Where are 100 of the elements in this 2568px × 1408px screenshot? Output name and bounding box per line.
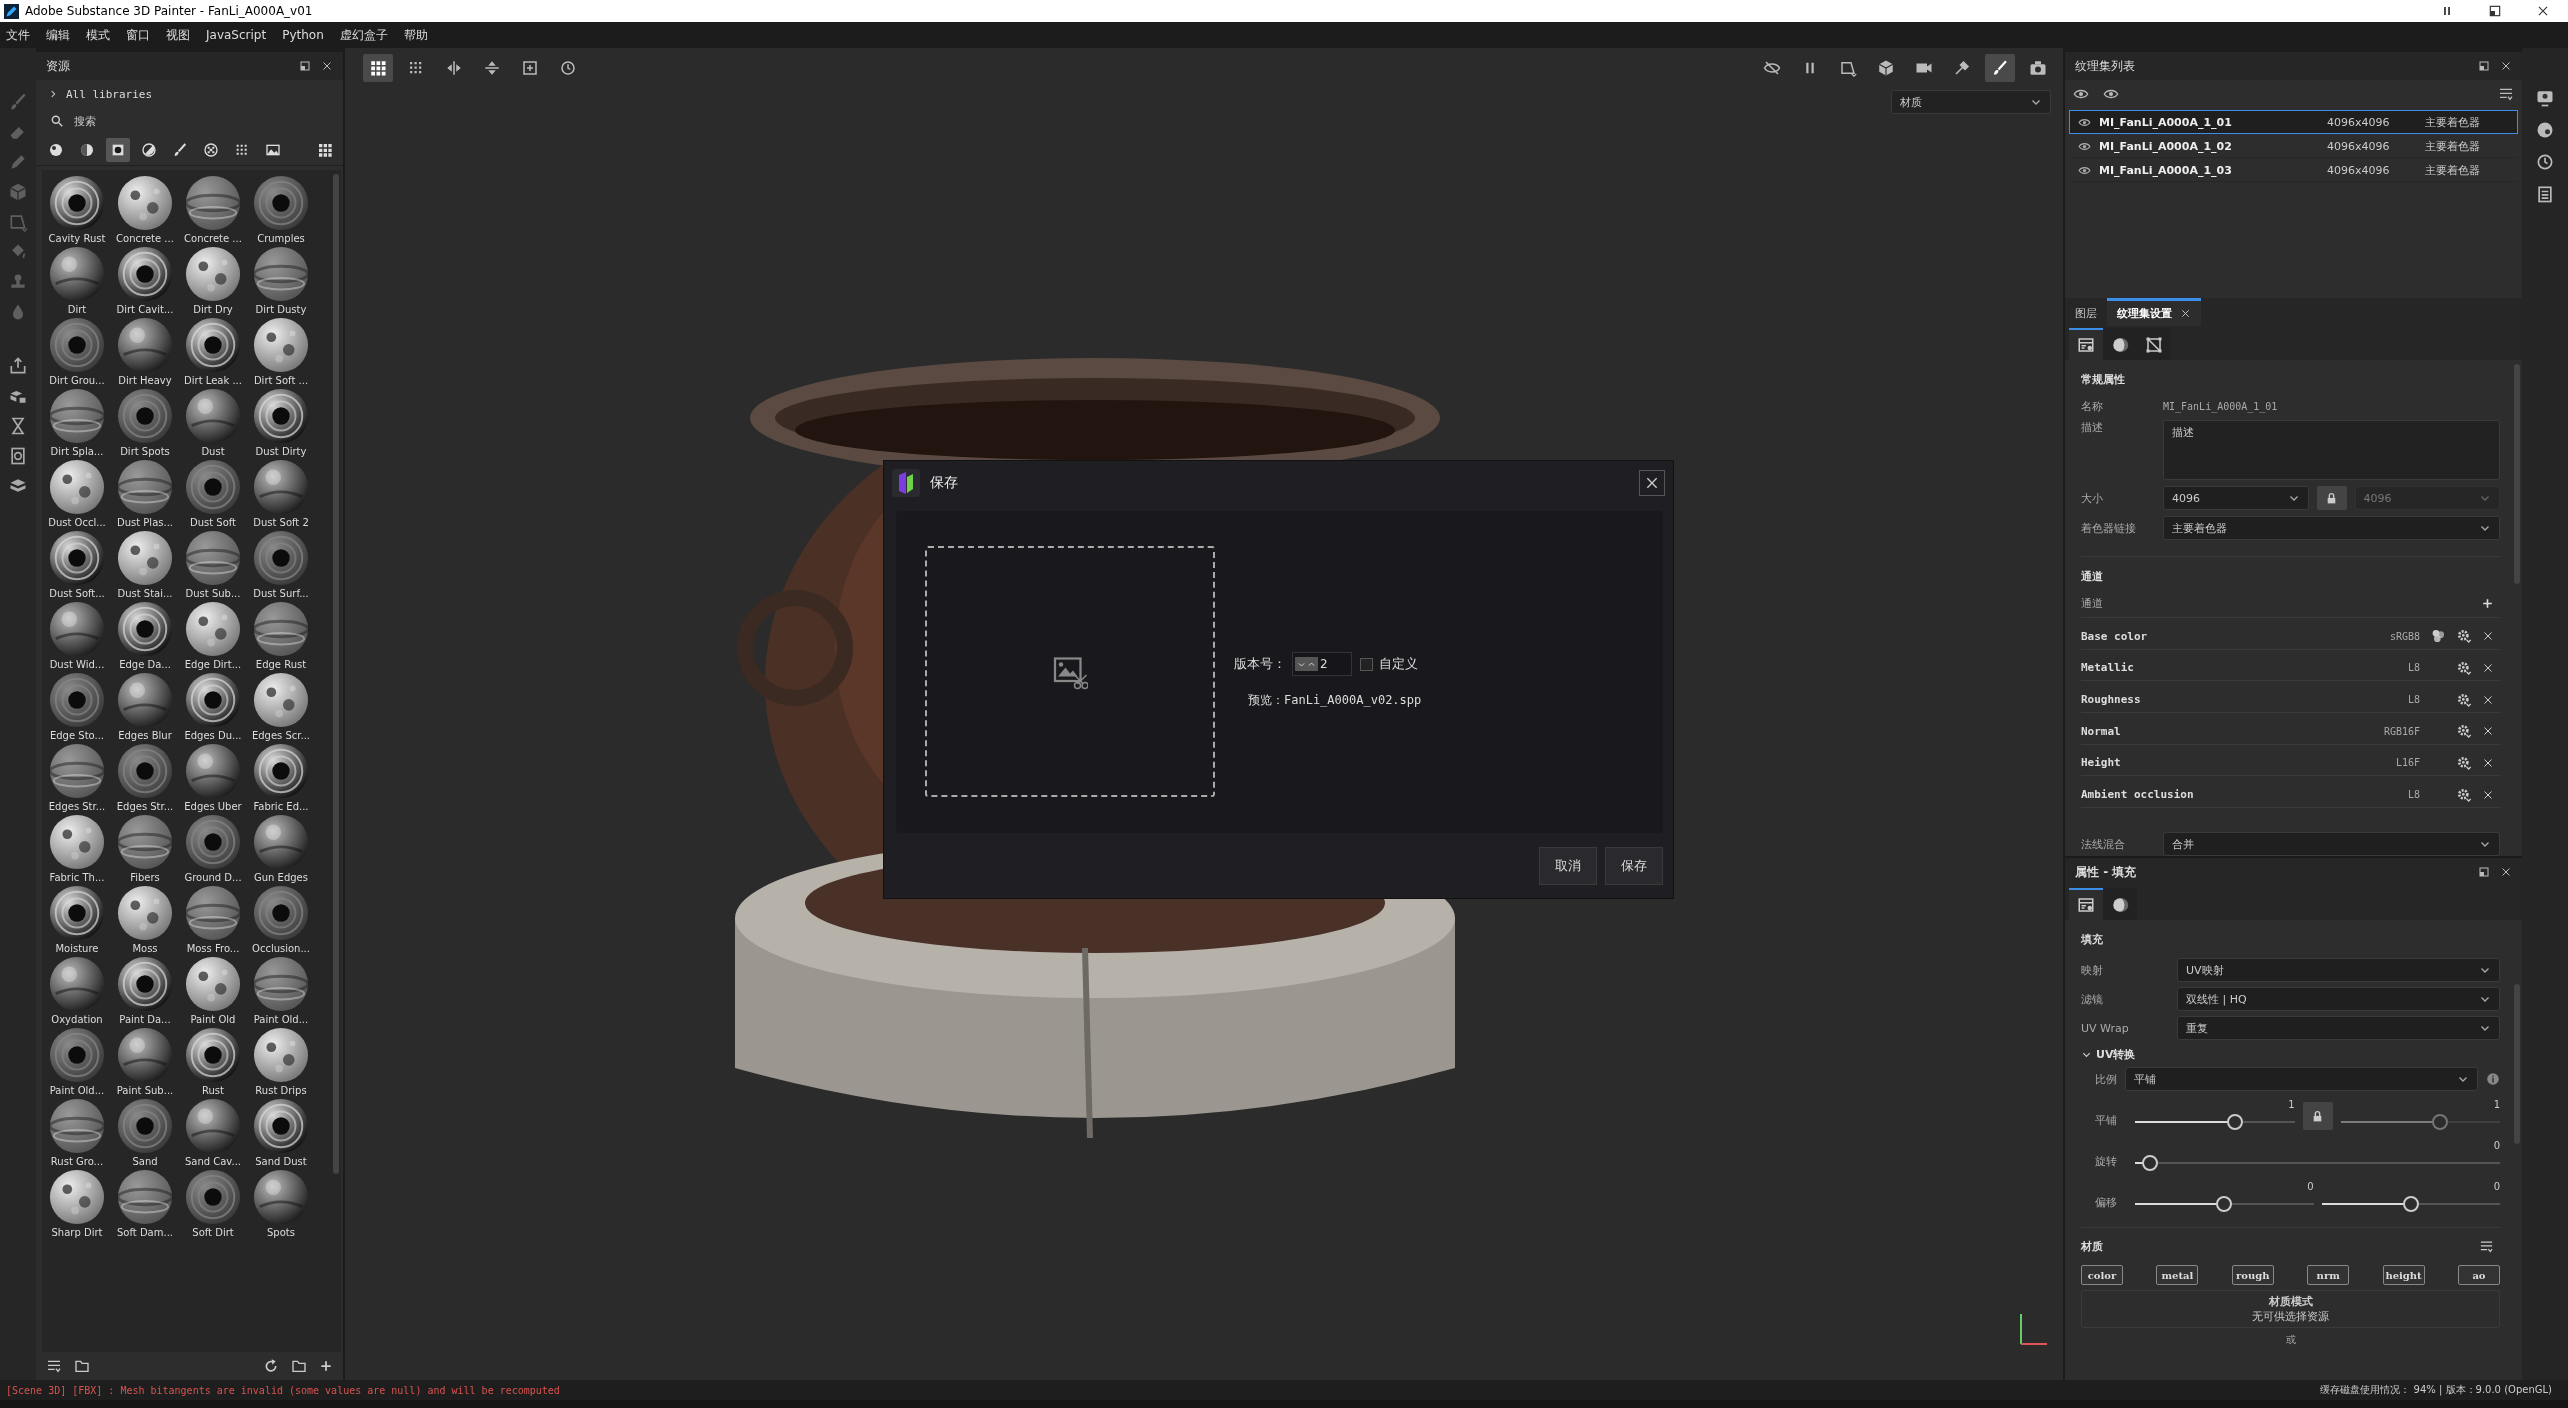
thumbnail-drop-area[interactable] — [925, 546, 1215, 797]
asset-name[interactable]: Dirt Dry — [193, 304, 233, 315]
channel-toggle[interactable]: rough — [2231, 1265, 2274, 1285]
history-icon[interactable] — [2535, 152, 2555, 172]
channel-dropdown[interactable]: 材质 — [1891, 90, 2051, 114]
channel-toggle[interactable]: nrm — [2307, 1265, 2350, 1285]
icon-tab[interactable] — [2069, 328, 2103, 360]
scrollbar[interactable] — [333, 174, 339, 1174]
asset-name[interactable]: Dust Sub... — [185, 588, 241, 599]
list-icon[interactable] — [2479, 1239, 2494, 1254]
color-stack-icon[interactable] — [2430, 628, 2446, 645]
asset-name[interactable]: Concrete ... — [116, 233, 174, 244]
asset-name[interactable]: Dust Soft... — [49, 588, 105, 599]
icon-tab[interactable] — [2103, 328, 2137, 360]
asset-name[interactable]: Dust Stai... — [117, 588, 173, 599]
asset-name[interactable]: Fabric Ed... — [253, 801, 309, 812]
settings-icon[interactable] — [2456, 786, 2472, 803]
dropdown[interactable]: 双线性 | HQ — [2177, 987, 2500, 1011]
toolbar-button[interactable] — [1985, 54, 2015, 82]
asset-name[interactable]: Crumples — [257, 233, 305, 244]
asset-name[interactable]: Edges Str... — [116, 801, 174, 812]
settings-icon[interactable] — [2456, 754, 2472, 771]
asset-name[interactable]: Dirt Cavit... — [116, 304, 174, 315]
cancel-button[interactable]: 取消 — [1539, 846, 1597, 885]
pen-icon[interactable] — [8, 152, 28, 172]
asset-name[interactable]: Dust Occl... — [48, 517, 106, 528]
window-icon[interactable] — [299, 60, 311, 72]
asset-name[interactable]: Paint Old... — [49, 1085, 105, 1096]
menu-item[interactable]: Python — [282, 28, 324, 42]
filter-button[interactable] — [106, 137, 130, 162]
asset-name[interactable]: Edge Rust — [255, 659, 307, 670]
lock-button[interactable] — [2302, 1102, 2333, 1130]
add-icon[interactable] — [319, 1359, 333, 1373]
texture-set-row[interactable]: MI_FanLi_A000A_1_03 4096x4096 主要着色器 — [2069, 158, 2518, 182]
channel-toggle[interactable]: height — [2382, 1265, 2425, 1285]
asset-name[interactable]: Sand — [132, 1156, 158, 1167]
display-settings-icon[interactable] — [2535, 88, 2555, 108]
asset-name[interactable]: Ground D... — [184, 872, 242, 883]
slider-thumb[interactable] — [2141, 1155, 2158, 1171]
settings-icon[interactable] — [2456, 691, 2472, 708]
settings-icon[interactable] — [2456, 628, 2472, 645]
texture-set-row[interactable]: MI_FanLi_A000A_1_01 4096x4096 主要着色器 — [2069, 110, 2518, 134]
asset-name[interactable]: Cavity Rust — [48, 233, 106, 244]
icon-tab[interactable] — [2069, 888, 2103, 920]
tab[interactable]: 纹理集设置 — [2107, 298, 2201, 326]
dropdown[interactable]: 合并 — [2163, 832, 2500, 856]
cube-icon[interactable] — [8, 182, 28, 202]
export-icon[interactable] — [8, 356, 28, 376]
asset-name[interactable]: Edges Scr... — [251, 730, 311, 741]
selection-icon[interactable] — [8, 212, 28, 232]
asset-name[interactable]: Dust — [201, 446, 225, 457]
menu-item[interactable]: 编辑 — [46, 26, 70, 44]
document-icon[interactable] — [8, 446, 28, 466]
channel-toggle[interactable]: metal — [2156, 1265, 2199, 1285]
close-icon[interactable] — [2482, 788, 2494, 801]
asset-name[interactable]: Paint Da... — [119, 1014, 171, 1025]
asset-name[interactable]: Sand Cav... — [184, 1156, 242, 1167]
asset-name[interactable]: Dirt Heavy — [118, 375, 172, 386]
menu-item[interactable]: JavaScript — [206, 28, 267, 42]
toolbar-button[interactable] — [363, 54, 393, 82]
asset-name[interactable]: Dirt Dusty — [255, 304, 307, 315]
channel-toggle[interactable]: ao — [2457, 1265, 2500, 1285]
asset-name[interactable]: Soft Dam... — [117, 1227, 173, 1238]
dropdown[interactable]: UV映射 — [2177, 958, 2500, 982]
asset-name[interactable]: Rust — [202, 1085, 224, 1096]
window-icon[interactable] — [2478, 60, 2490, 72]
icon-tab[interactable] — [2137, 328, 2171, 360]
info-icon[interactable] — [2486, 1072, 2500, 1086]
add-icon[interactable] — [2481, 596, 2494, 610]
chevron-right-icon[interactable] — [48, 89, 58, 99]
asset-name[interactable]: Moss — [132, 943, 158, 954]
close-button[interactable] — [1639, 470, 1665, 496]
restore-icon[interactable] — [2488, 4, 2502, 18]
menu-item[interactable]: 模式 — [86, 26, 110, 44]
asset-name[interactable]: Concrete ... — [184, 233, 242, 244]
close-icon[interactable] — [2536, 4, 2550, 18]
asset-name[interactable]: Dust Surf... — [253, 588, 309, 599]
asset-name[interactable]: Gun Edges — [254, 872, 308, 883]
asset-name[interactable]: Paint Old — [190, 1014, 236, 1025]
asset-name[interactable]: Dust Wid... — [49, 659, 105, 670]
version-spinbox[interactable]: 2 — [1292, 652, 1352, 676]
asset-name[interactable]: Dirt Spla... — [50, 446, 104, 457]
close-icon[interactable] — [2482, 661, 2494, 674]
window-icon[interactable] — [2478, 866, 2490, 878]
asset-name[interactable]: Edges Blur — [118, 730, 172, 741]
search-field[interactable]: 搜索 — [72, 114, 272, 128]
asset-name[interactable]: Dust Soft 2 — [253, 517, 309, 528]
asset-name[interactable]: Edges Uber — [184, 801, 242, 812]
slider-thumb[interactable] — [2216, 1196, 2233, 1212]
asset-name[interactable]: Dust Dirty — [255, 446, 307, 457]
asset-name[interactable]: Moss Fro... — [186, 943, 240, 954]
brush-icon[interactable] — [8, 92, 28, 112]
asset-name[interactable]: Paint Old... — [253, 1014, 309, 1025]
asset-name[interactable]: Paint Sub... — [116, 1085, 174, 1096]
asset-name[interactable]: Fabric Th... — [49, 872, 105, 883]
asset-name[interactable]: Fibers — [130, 872, 160, 883]
asset-name[interactable]: Rust Drips — [255, 1085, 307, 1096]
asset-name[interactable]: Edges Du... — [184, 730, 242, 741]
dropdown[interactable]: 主要着色器 — [2163, 516, 2500, 540]
description-field[interactable]: 描述 — [2163, 420, 2500, 480]
